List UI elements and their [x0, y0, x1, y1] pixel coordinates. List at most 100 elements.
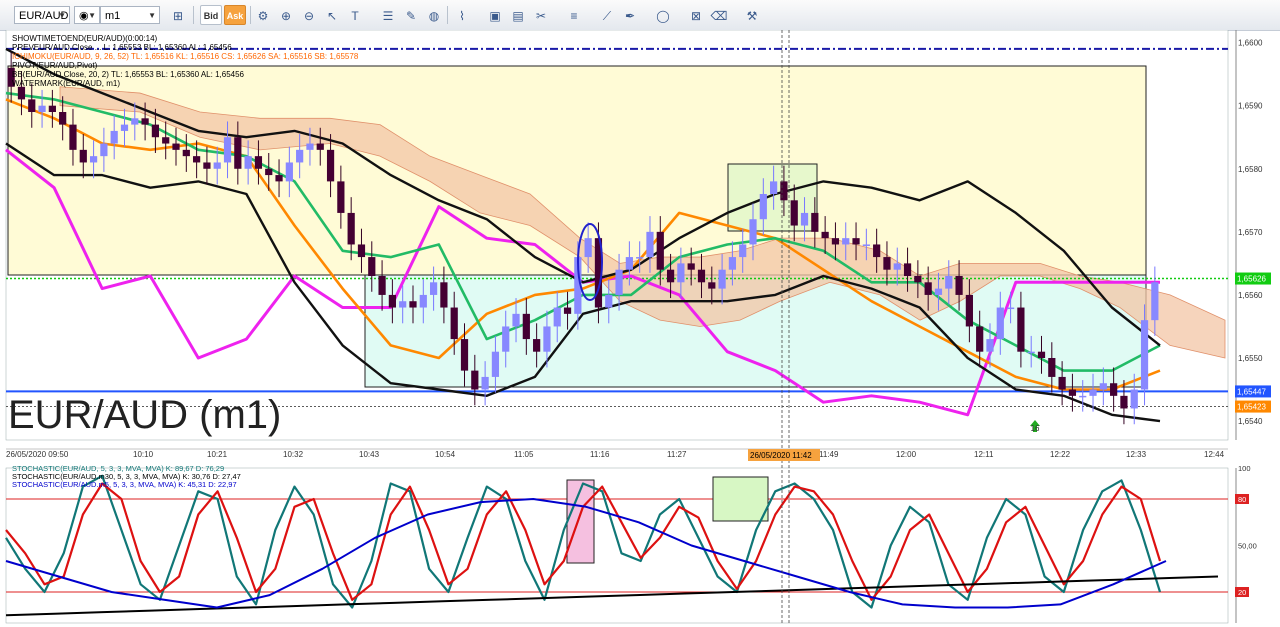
- candle-body: [831, 238, 840, 245]
- settings-icon[interactable]: ⚒: [742, 5, 762, 25]
- brush-icon[interactable]: ✎: [401, 5, 421, 25]
- candle-body: [1110, 383, 1118, 396]
- lines-icon[interactable]: ≡: [564, 5, 584, 25]
- timeframe-select[interactable]: m1 ▼: [100, 6, 160, 24]
- candle-body: [883, 257, 891, 270]
- candle-body: [1130, 389, 1138, 409]
- time-tick: 10:54: [435, 450, 456, 459]
- candle-body: [697, 269, 706, 283]
- candle-body: [646, 231, 654, 258]
- shape-icon[interactable]: ◯: [653, 5, 673, 25]
- candle-body: [296, 149, 304, 163]
- chevron-down-icon: ▼: [58, 11, 66, 20]
- image-icon[interactable]: ▣: [485, 5, 505, 25]
- price-chart-pane[interactable]: 16: [5, 30, 1229, 441]
- candle-body: [852, 238, 860, 245]
- template-icon[interactable]: ▤: [508, 5, 528, 25]
- candle-body: [182, 149, 190, 157]
- candle-body: [790, 200, 798, 226]
- tools-icon[interactable]: ✂: [531, 5, 551, 25]
- text-icon[interactable]: T: [345, 5, 365, 25]
- candle-body: [399, 301, 407, 308]
- candle-body: [522, 313, 530, 340]
- candle-body: [780, 181, 788, 201]
- draw-line-icon[interactable]: ⟋: [597, 5, 617, 25]
- candle-body: [502, 326, 510, 352]
- ask-button[interactable]: Ask: [224, 5, 246, 25]
- cursor-icon[interactable]: ↖: [322, 5, 342, 25]
- candle-body: [419, 294, 427, 308]
- price-tick: 1,6540: [1238, 417, 1263, 426]
- chart-area[interactable]: 16 1,6600 1,6590 1,6580 1,6570 1,6560 1,6550 1…: [0, 30, 1280, 627]
- indicator-label: ICHIMOKU(EUR/AUD, 9, 26, 52) TL: 1,65516…: [12, 52, 359, 61]
- candle-body: [687, 263, 695, 270]
- candle-body: [151, 124, 160, 138]
- time-tick: 10:43: [359, 450, 380, 459]
- globe-icon[interactable]: ◍: [424, 5, 444, 25]
- grid-icon[interactable]: ⊠: [686, 5, 706, 25]
- time-tick: 11:05: [514, 450, 534, 459]
- price-tick: 1,6600: [1238, 39, 1263, 48]
- candle-body: [38, 105, 46, 112]
- chart-icon[interactable]: ⊞: [168, 5, 188, 25]
- ruler-icon[interactable]: ⌇: [452, 5, 472, 25]
- candle-body: [491, 351, 500, 377]
- candle-body: [244, 156, 252, 169]
- candle-body: [584, 238, 592, 258]
- candle-body: [17, 86, 26, 100]
- indicator-label: WATERMARK(EUR/AUD, m1): [12, 79, 120, 88]
- candle-body: [337, 181, 345, 213]
- chevron-down-icon: ▼: [148, 11, 156, 20]
- candle-body: [800, 212, 809, 226]
- candle-body: [357, 244, 366, 258]
- candle-body: [1140, 320, 1149, 390]
- candle-body: [141, 118, 149, 125]
- candle-body: [739, 244, 747, 258]
- candle-body: [316, 143, 324, 150]
- candle-body: [193, 156, 201, 163]
- stochastic-pane[interactable]: [5, 467, 1229, 624]
- indicator-icon[interactable]: ⚙: [253, 5, 273, 25]
- candle-body: [563, 307, 572, 314]
- candle-body: [512, 313, 520, 327]
- time-tick: 10:32: [283, 450, 304, 459]
- zoom-out-icon[interactable]: ⊖: [299, 5, 319, 25]
- chart-toolbar: EUR/AUD ▼ ◉ ▼ m1 ▼ ⊞ Bid Ask ⚙ ⊕ ⊖ ↖ T ☰ ✎ …: [0, 0, 1280, 31]
- candle-body: [656, 231, 664, 270]
- properties-icon[interactable]: ☰: [378, 5, 398, 25]
- candle-body: [471, 370, 479, 390]
- candle-body: [388, 294, 396, 308]
- candle-body: [1037, 351, 1046, 358]
- price-tick: 1,6550: [1238, 354, 1263, 363]
- crosshair-time: 26/05/2020 11:42: [750, 451, 812, 460]
- candle-body: [28, 99, 36, 112]
- candle-body: [234, 137, 242, 169]
- candle-body: [254, 156, 263, 169]
- candle-body: [1006, 307, 1015, 310]
- candle-body: [955, 276, 963, 295]
- candle-body: [1151, 282, 1159, 321]
- pen-icon[interactable]: ✒: [620, 5, 640, 25]
- chart-type-select[interactable]: ◉ ▼: [74, 6, 100, 24]
- symbol-select[interactable]: EUR/AUD ▼: [14, 6, 70, 24]
- price-tick: 1,6560: [1238, 291, 1263, 300]
- time-tick: 11:16: [590, 450, 610, 459]
- eraser-icon[interactable]: ⌫: [709, 5, 729, 25]
- candle-body: [934, 288, 943, 295]
- candle-body: [409, 301, 417, 308]
- time-tick: 11:49: [819, 450, 839, 459]
- candle-body: [862, 244, 870, 246]
- time-tick: 12:44: [1204, 450, 1225, 459]
- candle-body: [615, 269, 623, 295]
- zoom-in-icon[interactable]: ⊕: [276, 5, 296, 25]
- candle-body: [1089, 389, 1097, 396]
- chart-watermark: EUR/AUD (m1): [8, 393, 281, 437]
- bid-button[interactable]: Bid: [200, 5, 222, 25]
- candle-body: [378, 276, 386, 295]
- candle-body: [749, 219, 757, 245]
- candle-body: [873, 244, 881, 258]
- candle-body: [976, 326, 984, 352]
- candle-body: [162, 137, 170, 144]
- candle-body: [481, 376, 489, 390]
- candle-body: [275, 175, 283, 182]
